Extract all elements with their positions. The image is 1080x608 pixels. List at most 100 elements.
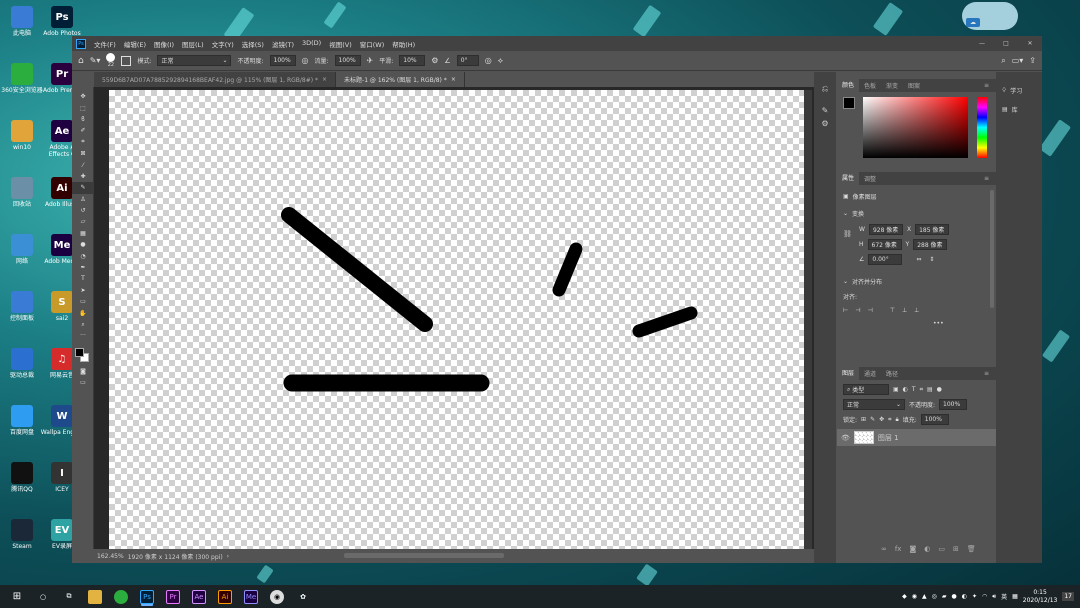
foreground-color[interactable] <box>75 347 84 357</box>
align-middle-v-icon[interactable]: ⊥ <box>902 307 907 314</box>
filter-adjustment-icon[interactable]: ◐ <box>903 386 908 393</box>
desktop-icon[interactable]: Steam <box>0 519 44 550</box>
lock-position-icon[interactable]: ✥ <box>879 416 884 423</box>
tray-app-icon[interactable]: ▲ <box>922 593 927 600</box>
more-options[interactable]: ••• <box>837 320 996 327</box>
tab-patterns[interactable]: 图案 <box>903 81 925 90</box>
desktop-icon[interactable]: 360安全浏览器 <box>0 63 44 94</box>
pressure-opacity-icon[interactable]: ◎ <box>302 56 309 65</box>
smoothing-field[interactable]: 10% <box>399 55 426 66</box>
menu-item[interactable]: 文件(F) <box>90 39 120 49</box>
lock-all-icon[interactable]: 🔒︎ <box>896 416 899 424</box>
cloud-widget[interactable]: ☁ <box>962 2 1018 30</box>
desktop-icon[interactable]: win10 <box>0 120 44 151</box>
notification-center-button[interactable]: 17 <box>1062 592 1074 601</box>
fill-field[interactable]: 100% <box>920 414 949 425</box>
flip-vertical-icon[interactable]: ⇕ <box>929 256 934 263</box>
desktop-icon[interactable]: 控制面板 <box>0 291 44 322</box>
desktop-icon[interactable]: 百度网盘 <box>0 405 44 436</box>
steam-tray-icon[interactable]: ◎ <box>932 593 937 600</box>
clone-stamp-icon[interactable]: ♙ <box>72 194 94 205</box>
vertical-scrollbar[interactable] <box>804 90 812 549</box>
height-field[interactable]: 672 像素 <box>867 239 902 250</box>
learn-panel-button[interactable]: 💡︎ 学习 <box>996 86 1042 96</box>
rotation-field[interactable]: 0.00° <box>868 254 903 265</box>
menu-item[interactable]: 编辑(E) <box>120 39 150 49</box>
input-method-icon[interactable]: ▦ <box>1012 593 1018 600</box>
task-view-icon[interactable]: ⧉ <box>62 590 76 604</box>
settings-gear-icon[interactable]: ✿ <box>296 590 310 604</box>
horizontal-scrollbar[interactable] <box>344 553 504 558</box>
taskbar-app-pr[interactable]: Pr <box>166 589 180 604</box>
marquee-tool-icon[interactable]: ⬚ <box>72 102 94 113</box>
align-center-h-icon[interactable]: ⊣ <box>855 307 860 314</box>
blend-mode-select[interactable]: 正常 ⌄ <box>843 399 905 410</box>
align-right-icon[interactable]: ⊣ <box>867 307 872 314</box>
lock-artboard-icon[interactable]: ⌗ <box>888 416 891 424</box>
desktop-icon[interactable]: 网络 <box>0 234 44 265</box>
align-top-icon[interactable]: ⊤ <box>890 307 895 314</box>
clock[interactable]: 0:15 2020/12/13 <box>1023 589 1058 605</box>
path-select-icon[interactable]: ➤ <box>72 285 94 296</box>
eraser-tool-icon[interactable]: ▱ <box>72 216 94 227</box>
zoom-level[interactable]: 162.45% <box>97 553 124 560</box>
transform-section-header[interactable]: ⌄ 变换 <box>837 209 996 218</box>
search-icon[interactable]: ○ <box>36 590 50 604</box>
wifi-icon[interactable]: ◠ <box>982 593 987 600</box>
airbrush-icon[interactable]: ✈ <box>367 56 374 65</box>
mode-select[interactable]: 正常 ⌄ <box>157 55 232 66</box>
tab-swatches[interactable]: 色板 <box>859 81 881 90</box>
zoom-tool-icon[interactable]: ⌕ <box>72 319 94 330</box>
brush-settings-panel-icon[interactable]: ✎ <box>814 106 836 115</box>
layer-row[interactable]: 👁︎ 图层 1 <box>837 429 996 446</box>
tab-layers[interactable]: 图层 <box>837 367 860 380</box>
healing-brush-icon[interactable]: ✚ <box>72 171 94 182</box>
browser-360-icon[interactable] <box>114 589 128 604</box>
eye-icon[interactable]: 👁︎ <box>841 434 850 442</box>
windows-start-icon[interactable]: ⊞ <box>10 590 24 604</box>
menu-item[interactable]: 视图(V) <box>325 39 356 49</box>
menu-item[interactable]: 选择(S) <box>238 39 268 49</box>
gear-icon[interactable]: ⚙ <box>431 56 438 65</box>
width-field[interactable]: 928 像素 <box>868 224 903 235</box>
tab-paths[interactable]: 路径 <box>881 369 903 378</box>
menu-item[interactable]: 3D(D) <box>298 39 325 49</box>
menu-item[interactable]: 图像(I) <box>150 39 178 49</box>
brush-angle-field[interactable]: 0° <box>456 55 479 66</box>
language-indicator[interactable]: 英 <box>1001 592 1007 601</box>
pen-tool-icon[interactable]: ✒ <box>72 262 94 273</box>
menu-item[interactable]: 帮助(H) <box>388 39 419 49</box>
tray-app-icon[interactable]: ◆ <box>902 593 907 600</box>
tab-color[interactable]: 颜色 <box>837 79 860 92</box>
filter-smart-object-icon[interactable]: ▤ <box>927 386 933 393</box>
desktop-icon[interactable]: 腾讯QQ <box>0 462 44 493</box>
nvidia-icon[interactable]: ▰ <box>942 593 947 600</box>
menu-item[interactable]: 窗口(W) <box>356 39 389 49</box>
lock-transparent-icon[interactable]: ⊞ <box>861 416 866 423</box>
desktop-icon[interactable]: 回收站 <box>0 177 44 208</box>
volume-icon[interactable]: 🔊︎ <box>992 593 996 601</box>
foreground-color-swatch[interactable] <box>843 97 855 109</box>
rectangle-tool-icon[interactable]: ▭ <box>72 296 94 307</box>
filter-shape-icon[interactable]: ⌗ <box>920 386 923 394</box>
panel-menu-icon[interactable]: ≡ <box>979 82 994 89</box>
file-explorer-icon[interactable] <box>88 589 102 604</box>
panel-menu-icon[interactable]: ≡ <box>979 370 994 377</box>
gradient-tool-icon[interactable]: ▦ <box>72 228 94 239</box>
quick-mask-icon[interactable]: ◙ <box>72 366 94 377</box>
minimize-button[interactable]: — <box>970 39 994 49</box>
close-button[interactable]: ✕ <box>1018 39 1042 49</box>
blur-tool-icon[interactable]: ● <box>72 239 94 250</box>
align-section-header[interactable]: ⌄ 对齐并分布 <box>837 277 996 286</box>
close-icon[interactable]: × <box>451 76 456 83</box>
close-icon[interactable]: × <box>322 76 327 83</box>
tray-app-icon[interactable]: ◐ <box>962 593 967 600</box>
new-layer-icon[interactable]: ⊞ <box>953 545 959 553</box>
share-icon[interactable]: ⇪ <box>1029 56 1036 65</box>
adjustments-icon[interactable]: ⚙ <box>814 119 836 128</box>
more-icon[interactable]: ••• <box>933 320 944 327</box>
opacity-field[interactable]: 100% <box>269 55 296 66</box>
crop-tool-icon[interactable]: ⌗ <box>72 137 94 148</box>
tray-app-icon[interactable]: ◉ <box>912 593 917 600</box>
hand-tool-icon[interactable]: ✋ <box>72 307 94 318</box>
